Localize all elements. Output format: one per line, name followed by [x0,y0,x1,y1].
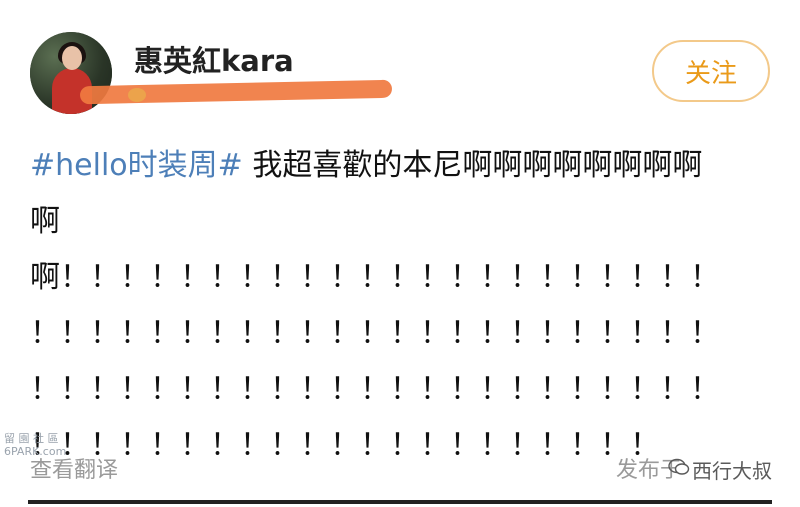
divider [28,500,772,504]
site-watermark-line1: 留 園 社 區 [4,432,59,445]
account-watermark: 西行大叔 [692,459,772,483]
topic-link[interactable]: #hello时装周# [30,148,243,183]
username[interactable]: 惠英紅kara [134,38,294,80]
follow-button[interactable]: 关注 [652,40,770,102]
weibo-post: 惠英紅kara 关注 #hello时装周# 我超喜歡的本尼啊啊啊啊啊啊啊啊 啊 … [0,0,800,507]
post-line-2: 啊 [30,204,60,239]
post-content: #hello时装周# 我超喜歡的本尼啊啊啊啊啊啊啊啊 啊 啊！！！！！！！！！！… [30,138,770,474]
post-text-1: 我超喜歡的本尼啊啊啊啊啊啊啊啊 [242,148,703,183]
follow-button-label: 关注 [684,58,737,89]
post-line-4: ！！！！！！！！！！！！！！！！！！！！！！！ [30,316,720,351]
wechat-icon [668,458,690,475]
verified-badge-icon [128,88,146,102]
post-line-1: #hello时装周# 我超喜歡的本尼啊啊啊啊啊啊啊啊 [30,138,770,194]
translate-link[interactable]: 查看翻译 [30,452,118,484]
redaction-mark [79,79,393,105]
post-line-3: 啊！！！！！！！！！！！！！！！！！！！！！！ [30,260,720,295]
post-line-5: ！！！！！！！！！！！！！！！！！！！！！！！ [30,372,720,407]
